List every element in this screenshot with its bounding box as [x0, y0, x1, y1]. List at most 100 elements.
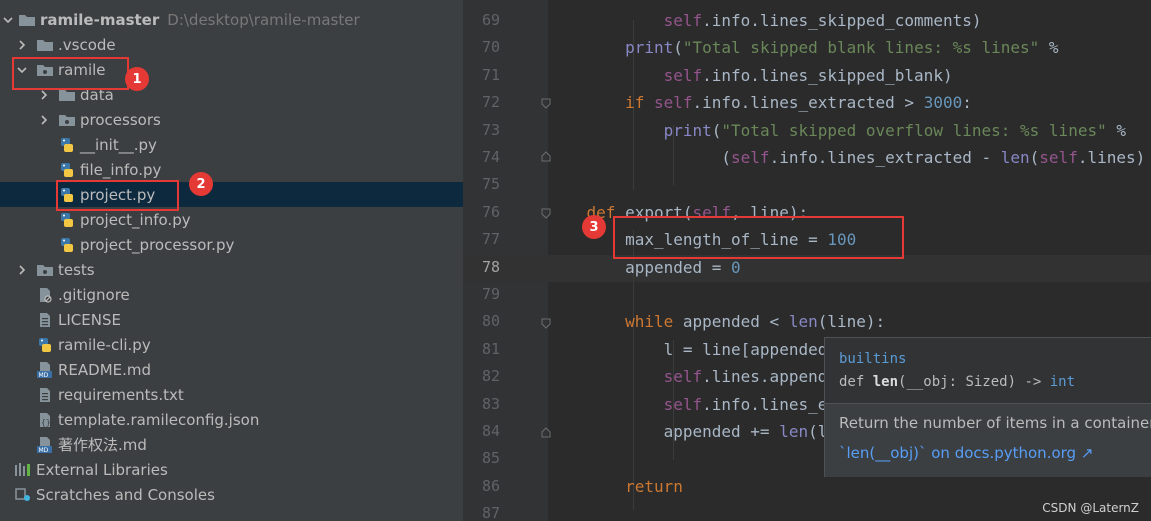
- chevron-down-icon[interactable]: [2, 14, 14, 26]
- tree-item[interactable]: processors: [0, 107, 463, 132]
- line-number: 82: [481, 367, 500, 386]
- tree-item-label: __init__.py: [80, 135, 157, 154]
- svg-text:{}: {}: [41, 418, 51, 427]
- popup-header: [825, 338, 1151, 403]
- line-number: 85: [481, 449, 500, 468]
- folder-icon: [36, 36, 54, 54]
- line-number: 72: [481, 93, 500, 112]
- code-token: if: [625, 93, 654, 113]
- code-token: return: [625, 476, 683, 496]
- fold-end-icon[interactable]: [540, 427, 552, 439]
- text-icon: [36, 386, 54, 404]
- code-token: self: [663, 367, 703, 387]
- chevron-right-icon[interactable]: [38, 114, 50, 126]
- code-token: (: [711, 120, 722, 140]
- tree-item[interactable]: MD README.md: [0, 357, 463, 382]
- package-icon: [36, 261, 54, 279]
- markdown-icon: MD: [36, 436, 54, 454]
- popup-signature: def len(__obj: Sized) -> int: [839, 374, 1075, 390]
- code-line[interactable]: print("Total skipped overflow lines: %s …: [548, 117, 1126, 144]
- code-token: (: [548, 148, 732, 167]
- code-token: "Total skipped overflow lines: %s lines": [721, 120, 1107, 140]
- code-token: len: [1000, 148, 1030, 167]
- fold-marker-icon[interactable]: [540, 97, 552, 109]
- fold-marker-icon[interactable]: [540, 317, 552, 329]
- code-line[interactable]: while appended < len(line):: [548, 308, 885, 335]
- text-icon: [36, 311, 54, 329]
- code-line[interactable]: appended += len(l): [548, 418, 837, 445]
- code-line[interactable]: print("Total skipped blank lines: %s lin…: [548, 34, 1059, 61]
- tree-item-label: ramile-cli.py: [58, 335, 151, 354]
- tree-item[interactable]: MD 著作权法.md: [0, 432, 463, 457]
- annotation-badge-3: 3: [582, 215, 606, 239]
- code-line[interactable]: (self.info.lines_extracted - len(self.li…: [548, 144, 1145, 171]
- external-libraries-row[interactable]: External Libraries: [0, 457, 463, 482]
- code-line[interactable]: self.info.lines_skipped_blank): [548, 62, 953, 89]
- code-line[interactable]: if self.info.lines_extracted > 3000:: [548, 89, 972, 116]
- scratches-row[interactable]: Scratches and Consoles: [0, 482, 463, 507]
- code-token: :: [962, 93, 972, 113]
- chevron-right-icon[interactable]: [38, 89, 50, 101]
- tree-item[interactable]: {} template.ramileconfig.json: [0, 407, 463, 432]
- code-token: self: [653, 93, 693, 113]
- line-number: 75: [481, 175, 500, 194]
- package-icon: [58, 111, 76, 129]
- line-number: 87: [481, 504, 500, 521]
- root-path: D:\desktop\ramile-master: [167, 10, 360, 29]
- fold-marker-icon[interactable]: [540, 207, 552, 219]
- tree-item[interactable]: requirements.txt: [0, 382, 463, 407]
- tree-item-label: template.ramileconfig.json: [58, 410, 260, 429]
- tree-item[interactable]: tests: [0, 257, 463, 282]
- code-line[interactable]: self.info.lines_skipped_comments): [548, 7, 982, 34]
- tree-item[interactable]: project_processor.py: [0, 232, 463, 257]
- code-token: .info.lines_skipped_blank): [702, 65, 953, 85]
- sig-prefix: def: [839, 374, 873, 390]
- markdown-icon: MD: [36, 361, 54, 379]
- code-line[interactable]: return: [548, 473, 683, 500]
- sig-params: (__obj: Sized) ->: [898, 374, 1050, 390]
- line-number: 79: [481, 285, 500, 303]
- svg-text:MD: MD: [39, 447, 49, 454]
- annotation-box-1: [12, 57, 129, 90]
- code-line[interactable]: self.lines.append(l): [548, 363, 857, 390]
- tree-item[interactable]: __init__.py: [0, 132, 463, 157]
- tree-item-label: file_info.py: [80, 160, 162, 179]
- chevron-right-icon[interactable]: [16, 39, 28, 51]
- line-number: 86: [481, 476, 500, 495]
- tree-item[interactable]: .vscode: [0, 32, 463, 57]
- annotation-badge-1: 1: [125, 67, 149, 91]
- annotation-badge-2: 2: [189, 172, 213, 196]
- tree-item-label: .gitignore: [58, 285, 130, 304]
- chevron-right-icon[interactable]: [16, 264, 28, 276]
- line-number: 83: [481, 394, 500, 413]
- code-token: %: [1106, 120, 1126, 140]
- docs-link[interactable]: `len(__obj)` on docs.python.org ↗: [839, 444, 1093, 462]
- tree-item[interactable]: file_info.py: [0, 157, 463, 182]
- tree-item[interactable]: .gitignore: [0, 282, 463, 307]
- fold-end-icon[interactable]: [540, 151, 552, 163]
- library-icon: [14, 461, 32, 479]
- line-number: 71: [481, 65, 500, 84]
- popup-description: Return the number of items in a containe…: [839, 414, 1151, 432]
- tree-root-row[interactable]: ramile-master D:\desktop\ramile-master: [0, 7, 463, 32]
- code-token: len: [788, 312, 818, 332]
- line-number: 80: [481, 312, 500, 331]
- tree-item[interactable]: LICENSE: [0, 307, 463, 332]
- line-number: 70: [481, 38, 500, 57]
- tree-item[interactable]: ramile-cli.py: [0, 332, 463, 357]
- line-number: 76: [481, 202, 500, 221]
- sig-return[interactable]: int: [1050, 374, 1075, 390]
- popup-divider: [825, 403, 1151, 404]
- code-token: self: [663, 65, 703, 85]
